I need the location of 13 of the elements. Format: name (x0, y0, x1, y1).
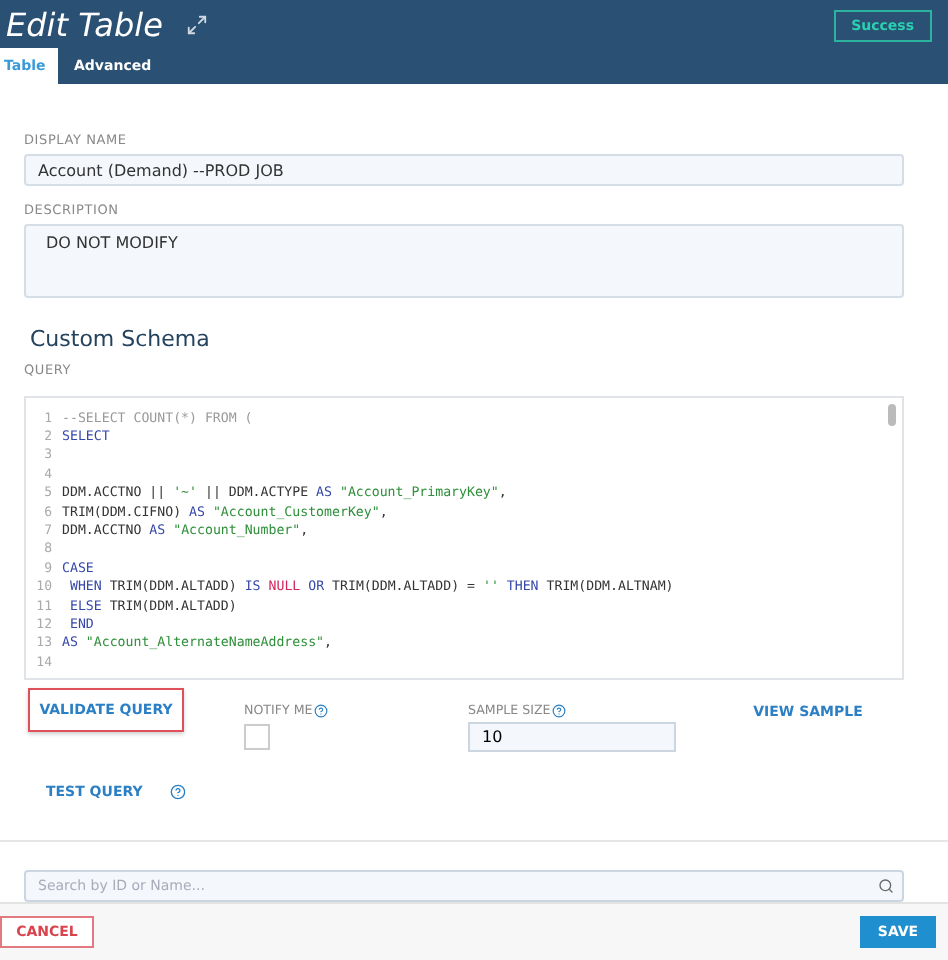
section-title: Custom Schema (30, 326, 212, 352)
search-icon[interactable] (878, 878, 894, 894)
window-title: Edit Table (6, 6, 163, 44)
expand-icon[interactable] (186, 14, 209, 36)
notify-checkbox[interactable] (244, 724, 270, 750)
sample-size-field[interactable]: 10 (468, 722, 676, 752)
description-field[interactable]: DO NOT MODIFY (24, 224, 904, 298)
display-name-field[interactable]: Account (Demand) --PROD JOB (24, 154, 904, 186)
help-icon[interactable] (170, 784, 187, 800)
help-icon[interactable] (314, 704, 329, 718)
code-editor[interactable] (24, 396, 904, 680)
scrollbar-thumb[interactable] (888, 404, 896, 426)
help-icon[interactable] (552, 704, 567, 718)
